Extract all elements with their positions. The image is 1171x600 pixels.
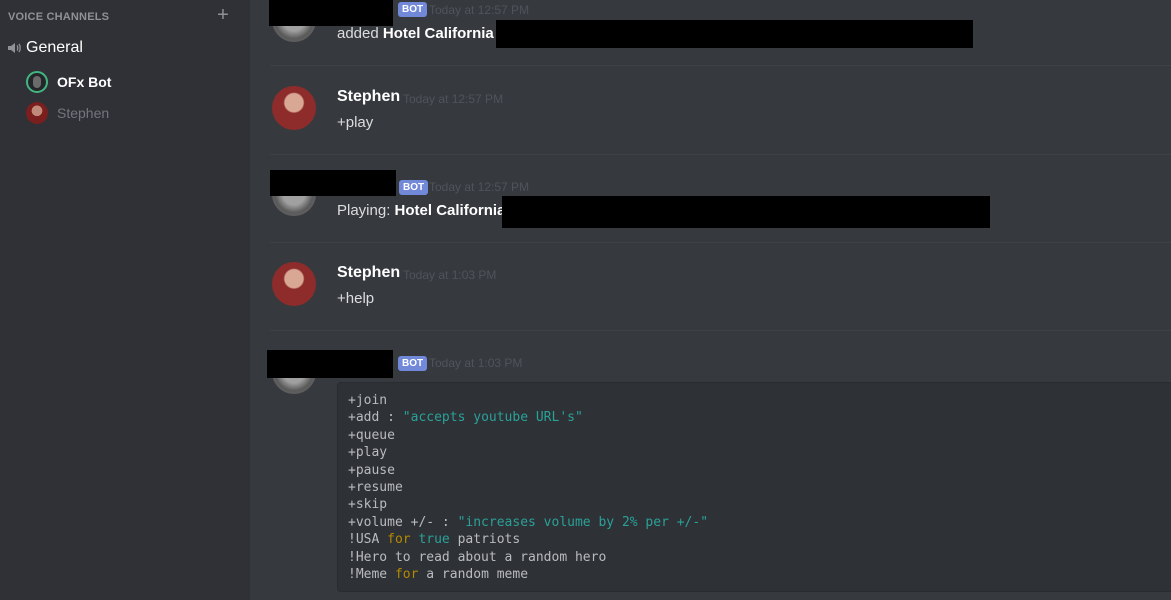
code-keyword: for (387, 532, 411, 548)
redacted-username (269, 0, 393, 26)
message-group: BOT Today at 12:57 PM added Hotel Califo… (250, 0, 1171, 66)
code-string: "accepts youtube URL's" (402, 410, 583, 426)
redacted-username (267, 350, 393, 378)
avatar (26, 71, 48, 93)
timestamp: Today at 1:03 PM (403, 268, 497, 282)
code-line: +queue (348, 427, 395, 443)
code-string: "increases volume by 2% per +/-" (457, 514, 709, 530)
code-line: !Meme for a random meme (348, 566, 1166, 583)
timestamp: Today at 12:57 PM (429, 3, 530, 17)
code-text: +add : (348, 410, 403, 426)
code-line: +add : "accepts youtube URL's" (348, 409, 1166, 426)
code-line: +play (348, 445, 388, 461)
add-channel-button[interactable]: + (214, 5, 232, 25)
chat-area: BOT Today at 12:57 PM added Hotel Califo… (250, 0, 1171, 600)
code-text: patriots (449, 532, 521, 548)
voice-channels-header: VOICE CHANNELS (8, 11, 110, 23)
code-line: !Hero to read about a random hero (348, 549, 607, 565)
voice-user-stephen[interactable]: Stephen (26, 101, 109, 125)
bot-badge: BOT (398, 2, 428, 17)
message-text: +help (337, 290, 375, 307)
code-text: +volume +/- : (348, 514, 458, 530)
code-line: +join (348, 393, 388, 408)
code-line: +volume +/- : "increases volume by 2% pe… (348, 514, 1166, 531)
message-content: added Hotel California (337, 25, 494, 42)
channel-name: General (26, 39, 83, 56)
voice-user-name: OFx Bot (57, 74, 112, 90)
message-group: Stephen Today at 12:57 PM +play (250, 66, 1171, 155)
song-title: Hotel California (382, 25, 494, 42)
channel-sidebar: VOICE CHANNELS + General OFx Bot Stephen (0, 0, 250, 600)
redacted-text (502, 196, 990, 228)
message-text: Playing: (337, 202, 395, 219)
code-keyword: true (418, 532, 450, 548)
bot-badge: BOT (398, 356, 428, 371)
voice-channel-general[interactable]: General (6, 37, 83, 59)
message-text: added (337, 25, 383, 42)
redacted-username (270, 170, 396, 196)
voice-user-name: Stephen (57, 105, 110, 121)
code-line: +resume (348, 479, 403, 495)
timestamp: Today at 12:57 PM (403, 92, 504, 106)
timestamp: Today at 12:57 PM (429, 180, 530, 194)
code-line: !USA for true patriots (348, 531, 1166, 548)
message-group: Stephen Today at 1:03 PM +help (250, 242, 1171, 331)
code-line: +skip (348, 497, 388, 513)
code-line: +pause (348, 462, 395, 478)
code-text: !Meme (348, 566, 395, 582)
voice-user-ofx-bot[interactable]: OFx Bot (26, 70, 111, 94)
redacted-text (496, 20, 973, 48)
avatar[interactable] (272, 86, 316, 130)
avatar[interactable] (272, 262, 316, 306)
timestamp: Today at 1:03 PM (429, 356, 523, 370)
username[interactable]: Stephen (337, 264, 400, 282)
avatar (26, 102, 48, 124)
message-text: +play (337, 114, 374, 131)
message-group: BOT Today at 12:57 PM Playing: Hotel Cal… (250, 154, 1171, 243)
username[interactable]: Stephen (337, 88, 400, 106)
speaker-icon (8, 43, 21, 53)
song-title: Hotel California (394, 202, 506, 219)
code-keyword: for (394, 566, 419, 582)
code-text: !USA (348, 532, 388, 548)
bot-badge: BOT (399, 180, 429, 195)
help-code-block: +join +add : "accepts youtube URL's" +qu… (337, 382, 1171, 592)
code-text: a random meme (418, 566, 529, 582)
message-content: Playing: Hotel California (337, 202, 505, 219)
